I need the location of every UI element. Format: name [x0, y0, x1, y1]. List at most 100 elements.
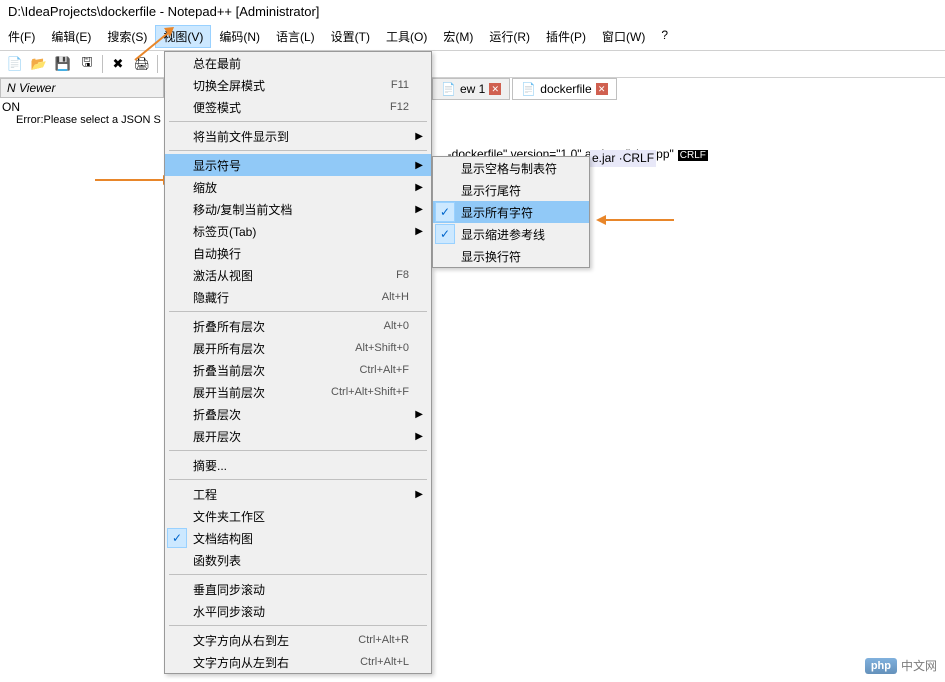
menu-item[interactable]: 视图(V) — [155, 25, 211, 48]
menu-row[interactable]: 文字方向从右到左Ctrl+Alt+R — [165, 629, 431, 651]
menu-label: 显示行尾符 — [461, 182, 521, 199]
submenu-row[interactable]: 显示空格与制表符 — [433, 157, 589, 179]
menu-row[interactable]: 展开当前层次Ctrl+Alt+Shift+F — [165, 381, 431, 403]
menu-bar: 件(F)编辑(E)搜索(S)视图(V)编码(N)语言(L)设置(T)工具(O)宏… — [0, 23, 945, 51]
shortcut-text: Alt+Shift+0 — [355, 342, 409, 354]
menu-item[interactable]: 语言(L) — [268, 25, 323, 48]
menu-item[interactable]: 搜索(S) — [99, 25, 155, 48]
print-icon[interactable]: 🖨 — [131, 53, 153, 75]
shortcut-text: F8 — [396, 269, 409, 281]
new-icon[interactable]: 📄 — [4, 53, 26, 75]
menu-label: 显示缩进参考线 — [461, 226, 545, 243]
menu-row[interactable]: 摘要... — [165, 454, 431, 476]
menu-separator — [169, 450, 427, 451]
menu-label: 折叠层次 — [193, 406, 241, 423]
editor-tabs: 📄ew 1✕📄dockerfile✕ — [432, 78, 617, 100]
shortcut-text: Ctrl+Alt+Shift+F — [331, 386, 409, 398]
menu-separator — [169, 150, 427, 151]
menu-separator — [169, 479, 427, 480]
menu-row[interactable]: 折叠层次▶ — [165, 403, 431, 425]
saveall-icon[interactable]: 🖫 — [76, 53, 98, 75]
chevron-right-icon: ▶ — [415, 431, 423, 442]
menu-row[interactable]: ✓文档结构图 — [165, 527, 431, 549]
menu-row[interactable]: 标签页(Tab) ▶ — [165, 220, 431, 242]
menu-row[interactable]: 水平同步滚动 — [165, 600, 431, 622]
menu-label: 文档结构图 — [193, 530, 253, 547]
close-icon[interactable]: ✕ — [489, 83, 501, 95]
menu-row[interactable]: 折叠当前层次Ctrl+Alt+F — [165, 359, 431, 381]
menu-item[interactable]: 设置(T) — [323, 25, 378, 48]
menu-row[interactable]: 将当前文件显示到 ▶ — [165, 125, 431, 147]
menu-row[interactable]: 垂直同步滚动 — [165, 578, 431, 600]
menu-label: 标签页(Tab) — [193, 223, 256, 240]
menu-label: 移动/复制当前文档 — [193, 201, 292, 218]
editor-line[interactable]: e.jar ·CRLF — [590, 150, 656, 167]
menu-row[interactable]: 显示符号▶ — [165, 154, 431, 176]
menu-item[interactable]: 插件(P) — [538, 25, 594, 48]
menu-item[interactable]: 宏(M) — [435, 25, 481, 48]
menu-separator — [169, 574, 427, 575]
menu-item[interactable]: 件(F) — [0, 25, 43, 48]
shortcut-text: Ctrl+Alt+F — [359, 364, 409, 376]
menu-separator — [169, 121, 427, 122]
panel-title: N Viewer — [0, 78, 164, 98]
menu-row[interactable]: 隐藏行Alt+H — [165, 286, 431, 308]
menu-label: 展开层次 — [193, 428, 241, 445]
menu-row[interactable]: 文件夹工作区 — [165, 505, 431, 527]
window-title: D:\IdeaProjects\dockerfile - Notepad++ [… — [0, 0, 945, 23]
menu-row[interactable]: 文字方向从左到右Ctrl+Alt+L — [165, 651, 431, 673]
annotation-arrow — [596, 200, 676, 243]
open-icon[interactable]: 📂 — [28, 53, 50, 75]
menu-row[interactable]: 总在最前 — [165, 52, 431, 74]
save-icon[interactable]: 💾 — [52, 53, 74, 75]
menu-row[interactable]: 缩放▶ — [165, 176, 431, 198]
menu-label: 文件夹工作区 — [193, 508, 265, 525]
submenu-row[interactable]: ✓显示所有字符 — [433, 201, 589, 223]
menu-row[interactable]: 工程▶ — [165, 483, 431, 505]
menu-label: 自动换行 — [193, 245, 241, 262]
menu-label: 摘要... — [193, 457, 227, 474]
menu-item[interactable]: ? — [653, 25, 676, 48]
watermark: php 中文网 — [865, 657, 937, 674]
menu-row[interactable]: 折叠所有层次Alt+0 — [165, 315, 431, 337]
chevron-right-icon: ▶ — [415, 131, 423, 142]
check-icon: ✓ — [435, 202, 455, 222]
menu-item[interactable]: 工具(O) — [378, 25, 435, 48]
menu-row[interactable]: 函数列表 — [165, 549, 431, 571]
submenu-row[interactable]: 显示行尾符 — [433, 179, 589, 201]
shortcut-text: Ctrl+Alt+L — [360, 656, 409, 668]
separator — [102, 55, 103, 73]
menu-row[interactable]: 切换全屏模式F11 — [165, 74, 431, 96]
menu-item[interactable]: 编辑(E) — [43, 25, 99, 48]
chevron-right-icon: ▶ — [415, 182, 423, 193]
menu-label: 总在最前 — [193, 55, 241, 72]
submenu-row[interactable]: ✓显示缩进参考线 — [433, 223, 589, 245]
menu-label: 垂直同步滚动 — [193, 581, 265, 598]
menu-label: 将当前文件显示到 — [193, 128, 289, 145]
menu-row[interactable]: 展开所有层次Alt+Shift+0 — [165, 337, 431, 359]
menu-row[interactable]: 展开层次 ▶ — [165, 425, 431, 447]
editor-tab[interactable]: 📄ew 1✕ — [432, 78, 510, 100]
menu-label: 便签模式 — [193, 99, 241, 116]
menu-row[interactable]: 便签模式F12 — [165, 96, 431, 118]
menu-label: 折叠所有层次 — [193, 318, 265, 335]
menu-label: 显示空格与制表符 — [461, 160, 557, 177]
menu-item[interactable]: 运行(R) — [481, 25, 538, 48]
submenu-row[interactable]: 显示换行符 — [433, 245, 589, 267]
tab-label: dockerfile — [540, 82, 591, 96]
close-icon[interactable]: ✕ — [596, 83, 608, 95]
menu-item[interactable]: 窗口(W) — [594, 25, 653, 48]
show-symbol-submenu: 显示空格与制表符显示行尾符✓显示所有字符✓显示缩进参考线显示换行符 — [432, 156, 590, 268]
main-toolbar: 📄 📂 💾 🖫 ✖ 🖨 ✂ — [0, 51, 945, 78]
menu-label: 水平同步滚动 — [193, 603, 265, 620]
close-icon[interactable]: ✖ — [107, 53, 129, 75]
menu-item[interactable]: 编码(N) — [211, 25, 268, 48]
chevron-right-icon: ▶ — [415, 226, 423, 237]
separator — [157, 55, 158, 73]
menu-row[interactable]: 激活从视图F8 — [165, 264, 431, 286]
menu-row[interactable]: 自动换行 — [165, 242, 431, 264]
editor-tab[interactable]: 📄dockerfile✕ — [512, 78, 616, 100]
watermark-badge: php — [865, 658, 897, 674]
menu-row[interactable]: 移动/复制当前文档▶ — [165, 198, 431, 220]
shortcut-text: Ctrl+Alt+R — [358, 634, 409, 646]
